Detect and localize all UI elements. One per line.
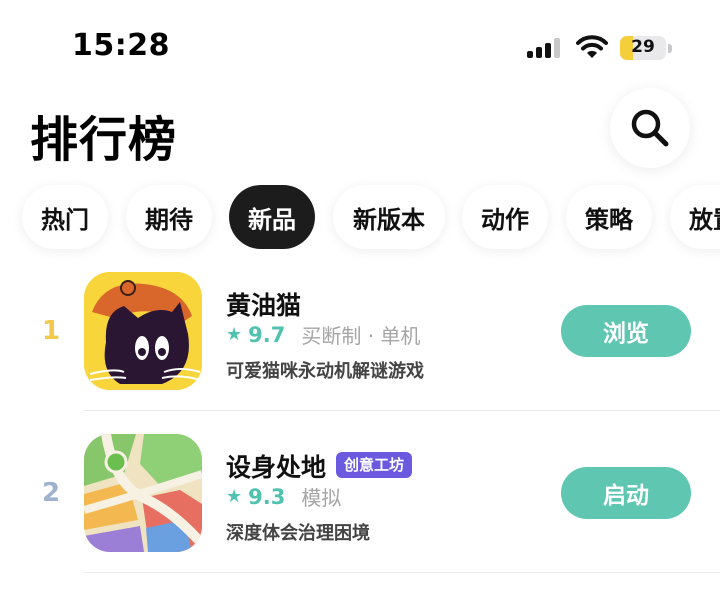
tab-action[interactable]: 动作	[462, 185, 548, 249]
app-icon-butter-cat[interactable]	[84, 272, 202, 390]
tab-idle[interactable]: 放置	[670, 185, 720, 249]
rank-number: 2	[41, 478, 61, 508]
rank-number: 1	[41, 316, 61, 346]
app-tags: 买断制 · 单机	[301, 324, 421, 348]
divider	[84, 572, 720, 573]
divider	[84, 410, 720, 411]
search-icon	[631, 109, 669, 147]
app-meta: ★ 9.3 模拟	[226, 482, 341, 511]
tab-new-version[interactable]: 新版本	[333, 185, 445, 249]
category-tabs: 热门 期待 新品 新版本 动作 策略 放置	[0, 185, 720, 253]
launch-button[interactable]: 启动	[561, 467, 691, 519]
page-title: 排行榜	[30, 112, 178, 168]
ranking-item-2[interactable]: 2 设身处地 创意工坊 ★ 9.3 模拟 深度体会治理困境 启动	[0, 424, 720, 584]
search-button[interactable]	[610, 88, 690, 168]
star-icon: ★	[226, 486, 243, 507]
app-name[interactable]: 设身处地	[226, 448, 326, 484]
tab-new[interactable]: 新品	[229, 185, 315, 249]
signal-icon	[527, 38, 561, 58]
ranking-item-1[interactable]: 1 黄油猫 ★ 9.7 买断制 · 单机 可爱猫咪永动机解谜游戏 浏览	[0, 262, 720, 422]
status-time: 15:28	[72, 28, 170, 63]
tab-hot[interactable]: 热门	[22, 185, 108, 249]
app-name[interactable]: 黄油猫	[226, 286, 301, 322]
tab-anticipated[interactable]: 期待	[126, 185, 212, 249]
tab-strategy[interactable]: 策略	[566, 185, 652, 249]
battery-level: 29	[631, 37, 655, 57]
battery-nub	[668, 44, 672, 53]
app-description: 深度体会治理困境	[226, 523, 370, 544]
app-score: 9.7	[248, 322, 286, 347]
workshop-badge: 创意工坊	[336, 452, 413, 478]
app-meta: ★ 9.7 买断制 · 单机	[226, 320, 420, 349]
star-icon: ★	[226, 324, 243, 345]
wifi-icon	[576, 34, 608, 60]
app-description: 可爱猫咪永动机解谜游戏	[226, 361, 424, 382]
battery-icon: 29	[620, 36, 666, 60]
app-tags: 模拟	[301, 486, 342, 510]
app-score: 9.3	[248, 484, 286, 509]
browse-button[interactable]: 浏览	[561, 305, 691, 357]
status-bar: 15:28 29	[0, 0, 720, 90]
app-icon-map[interactable]	[84, 434, 202, 552]
